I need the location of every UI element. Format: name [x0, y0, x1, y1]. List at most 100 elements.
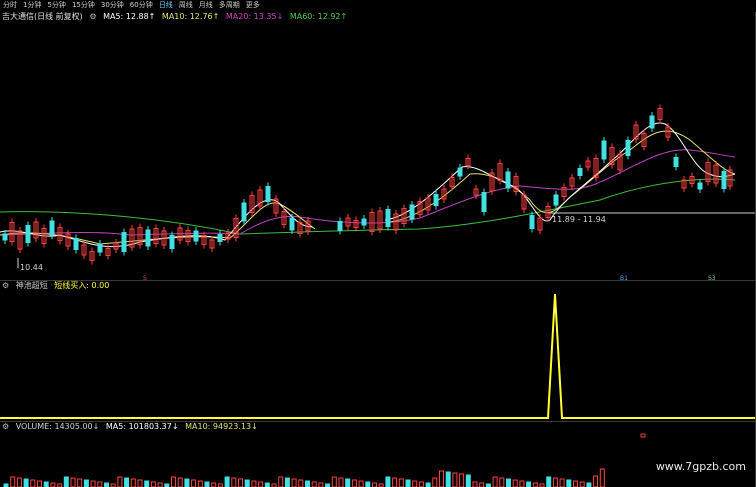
candle-body: [505, 171, 511, 189]
volume-bar: [512, 479, 518, 487]
candle-body: [433, 194, 439, 206]
low-price-label: 10.44: [20, 263, 43, 272]
candle-body: [409, 204, 415, 220]
candle-body: [169, 235, 175, 249]
volume-bar: [345, 478, 351, 487]
volume-bar: [338, 477, 344, 487]
volume-bar: [506, 478, 511, 487]
ma60-label: MA60: 12.92↑: [289, 12, 348, 21]
stock-title: 吉大通信(日线 前复权): [2, 12, 83, 21]
volume-bar: [579, 481, 585, 487]
tab-more[interactable]: 更多: [243, 0, 263, 11]
tab-30min[interactable]: 30分钟: [98, 0, 127, 11]
candle-body: [337, 221, 343, 231]
volume-bar: [211, 482, 217, 487]
volume-bar: [593, 475, 599, 487]
tab-15min[interactable]: 15分钟: [69, 0, 98, 11]
volume-bar: [526, 481, 532, 487]
candle-body: [73, 238, 79, 250]
candle-body: [529, 215, 535, 229]
indicator-settings-icon[interactable]: ⚙: [2, 281, 9, 290]
period-tabs: 分时 1分钟 5分钟 15分钟 30分钟 60分钟 日线 周线 月线 多周期 更…: [0, 0, 756, 11]
volume-bar: [197, 480, 203, 487]
candle-body: [361, 218, 367, 226]
tab-monthly[interactable]: 月线: [196, 0, 216, 11]
ma10-label: MA10: 12.76↑: [161, 12, 220, 21]
volume-bar: [311, 481, 317, 487]
candle-body: [145, 229, 151, 247]
candle-body: [49, 220, 55, 236]
candle-body: [217, 234, 223, 242]
tab-timeshare[interactable]: 分时: [0, 0, 20, 11]
volume-bar: [392, 477, 398, 487]
volume-bar: [137, 479, 143, 487]
volume-bar: [97, 481, 103, 487]
volume-bar: [77, 478, 83, 487]
volume-bar: [37, 480, 42, 487]
volume-bar: [385, 476, 391, 487]
volume-bar: [586, 482, 592, 487]
volume-bar: [124, 477, 130, 487]
volume-bar: [177, 477, 183, 487]
volume-chart[interactable]: [0, 432, 756, 487]
tab-60min[interactable]: 60分钟: [127, 0, 156, 11]
volume-bar: [184, 478, 190, 487]
volume-bar: [251, 480, 257, 487]
volume-marker: [640, 433, 646, 438]
volume-bar: [130, 478, 136, 487]
volume-bar: [284, 477, 290, 487]
price-chart[interactable]: 10.44 11.89 - 11.94 S B1 S3: [0, 22, 756, 280]
tab-multi-period[interactable]: 多周期: [216, 0, 243, 11]
indicator-chart[interactable]: [0, 290, 756, 422]
volume-bar: [445, 471, 451, 487]
settings-icon[interactable]: ⚙: [89, 12, 96, 21]
volume-legend: ⚙ VOLUME: 14305.00↓ MA5: 101803.37↓ MA10…: [2, 422, 262, 432]
candle-body: [121, 232, 127, 252]
volume-bar: [258, 481, 264, 487]
tab-1min[interactable]: 1分钟: [20, 0, 44, 11]
volume-bar: [117, 476, 123, 487]
volume-bar: [264, 482, 270, 487]
ma5-label: MA5: 12.88↑: [103, 12, 156, 21]
candlesticks: [2, 104, 733, 265]
volume-bar: [150, 481, 156, 487]
volume-label: VOLUME: 14305.00↓: [15, 422, 100, 431]
volume-bar: [425, 482, 431, 487]
volume-bar: [171, 476, 176, 487]
tab-daily[interactable]: 日线: [156, 0, 176, 11]
short-buy-line: [0, 293, 756, 419]
watermark: www.7gpzb.com: [655, 460, 746, 473]
volume-bar: [465, 474, 471, 487]
volume-bar: [331, 476, 337, 487]
volume-bar: [63, 476, 69, 487]
volume-bar: [10, 476, 16, 487]
volume-bar: [90, 480, 96, 487]
volume-bar: [418, 481, 424, 487]
volume-bar: [224, 476, 230, 487]
volume-bar: [452, 472, 458, 487]
volume-bar: [573, 480, 578, 487]
volume-bar: [479, 482, 485, 487]
volume-bar: [405, 479, 411, 487]
volume-bar: [432, 477, 438, 487]
volume-bars: [3, 468, 605, 487]
tab-weekly[interactable]: 周线: [176, 0, 196, 11]
volume-bar: [83, 479, 89, 487]
volume-bar: [599, 468, 605, 487]
candle-body: [2, 233, 8, 241]
candle-body: [241, 202, 247, 222]
volume-bar: [472, 481, 478, 487]
candle-body: [601, 140, 607, 160]
volume-bar: [43, 481, 49, 487]
volume-bar: [244, 479, 250, 487]
volume-bar: [23, 478, 29, 487]
volume-bar: [499, 477, 505, 487]
volume-bar: [291, 478, 297, 487]
candle-body: [289, 217, 295, 231]
volume-bar: [70, 477, 76, 487]
range-label: 11.89 - 11.94: [552, 215, 606, 224]
candle-body: [721, 171, 727, 189]
volume-settings-icon[interactable]: ⚙: [2, 422, 9, 431]
tab-5min[interactable]: 5分钟: [44, 0, 68, 11]
volume-bar: [278, 476, 284, 487]
